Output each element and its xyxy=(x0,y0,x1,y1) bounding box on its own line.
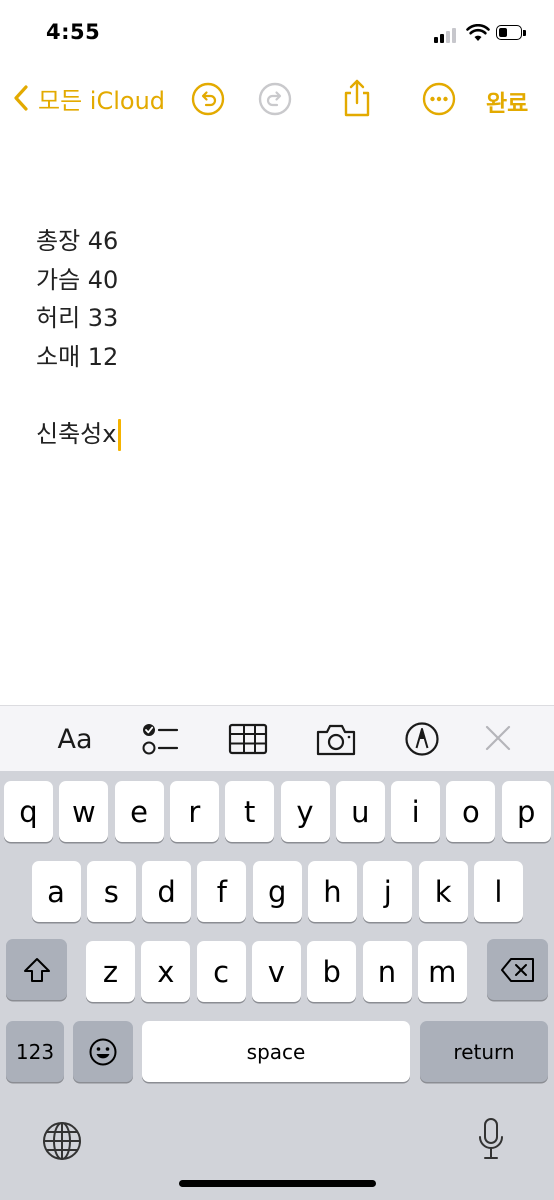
camera-icon[interactable] xyxy=(315,720,357,758)
note-current-text: 신축성x xyxy=(36,419,117,448)
key-d[interactable]: d xyxy=(142,861,192,922)
done-button[interactable]: 완료 xyxy=(486,84,528,118)
shift-icon xyxy=(23,957,50,982)
text-cursor xyxy=(118,418,122,451)
key-x[interactable]: x xyxy=(141,941,191,1002)
key-e[interactable]: e xyxy=(114,781,164,842)
text-format-button[interactable]: Aa xyxy=(52,720,98,758)
key-z[interactable]: z xyxy=(86,941,135,1002)
close-icon[interactable] xyxy=(480,720,516,758)
key-y[interactable]: y xyxy=(280,781,330,842)
key-g[interactable]: g xyxy=(252,861,302,922)
numbers-key[interactable]: 123 xyxy=(6,1021,64,1082)
note-body[interactable]: 총장 46 가슴 40 허리 33 소매 12 신축성x xyxy=(36,222,516,453)
key-m[interactable]: m xyxy=(417,941,467,1002)
key-j[interactable]: j xyxy=(363,861,413,922)
undo-icon[interactable] xyxy=(191,82,225,116)
key-h[interactable]: h xyxy=(308,861,357,922)
key-k[interactable]: k xyxy=(418,861,468,922)
key-s[interactable]: s xyxy=(86,861,136,922)
more-options-icon[interactable] xyxy=(422,82,456,116)
shift-key[interactable] xyxy=(6,939,67,1000)
key-l[interactable]: l xyxy=(473,861,523,922)
key-v[interactable]: v xyxy=(251,941,301,1002)
back-label: 모든 iCloud xyxy=(38,86,166,115)
cellular-signal-icon xyxy=(434,27,460,43)
key-q[interactable]: q xyxy=(4,781,53,842)
format-toolbar: Aa xyxy=(0,705,554,772)
emoji-icon xyxy=(89,1038,117,1065)
key-r[interactable]: r xyxy=(169,781,219,842)
redo-icon[interactable] xyxy=(258,82,292,116)
note-line: 소매 12 xyxy=(36,342,119,371)
key-w[interactable]: w xyxy=(59,781,109,842)
note-line: 가슴 40 xyxy=(36,265,119,294)
globe-icon[interactable] xyxy=(42,1121,82,1161)
wifi-icon xyxy=(466,24,490,41)
key-i[interactable]: i xyxy=(391,781,441,842)
microphone-icon[interactable] xyxy=(476,1117,506,1163)
delete-key[interactable] xyxy=(487,939,548,1000)
keyboard: qwertyuiop asdfghjkl zxcvbnm 123 space r… xyxy=(0,771,554,1200)
key-o[interactable]: o xyxy=(446,781,496,842)
note-line: 총장 46 xyxy=(36,227,119,255)
share-icon[interactable] xyxy=(340,78,374,118)
key-t[interactable]: t xyxy=(225,781,275,842)
note-current-line: 신축성x xyxy=(36,415,516,454)
chevron-left-icon xyxy=(14,85,28,111)
key-p[interactable]: p xyxy=(501,781,551,842)
backspace-icon xyxy=(500,957,534,982)
status-bar: 4:55 xyxy=(0,0,554,60)
key-c[interactable]: c xyxy=(196,941,246,1002)
key-n[interactable]: n xyxy=(362,941,412,1002)
back-button[interactable]: 모든 iCloud xyxy=(12,80,165,116)
key-b[interactable]: b xyxy=(307,941,357,1002)
battery-icon xyxy=(496,25,526,42)
key-u[interactable]: u xyxy=(335,781,385,842)
emoji-key[interactable] xyxy=(73,1021,133,1082)
key-a[interactable]: a xyxy=(31,861,81,922)
home-indicator xyxy=(179,1180,376,1187)
markup-icon[interactable] xyxy=(404,720,440,758)
checklist-icon[interactable] xyxy=(140,720,180,758)
key-f[interactable]: f xyxy=(197,861,247,922)
table-icon[interactable] xyxy=(228,720,268,758)
return-key[interactable]: return xyxy=(420,1021,548,1082)
nav-bar: 모든 iCloud 완료 xyxy=(0,70,554,128)
status-time: 4:55 xyxy=(46,20,101,44)
note-line: 허리 33 xyxy=(36,304,119,332)
space-key[interactable]: space xyxy=(142,1021,410,1082)
